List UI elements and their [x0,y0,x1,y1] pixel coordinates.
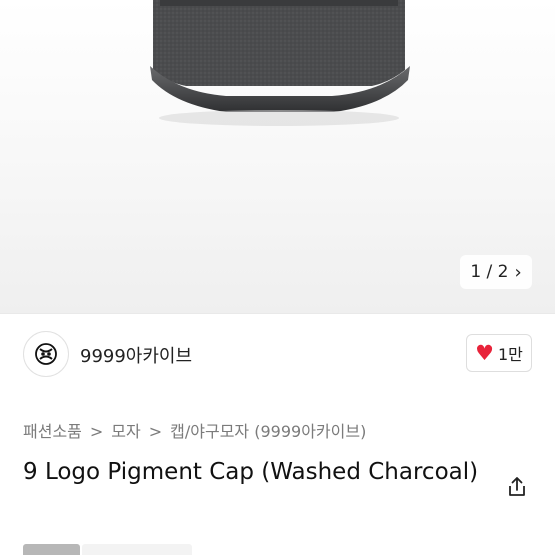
store-name[interactable]: 9999아카이브 [80,342,192,368]
chevron-right-icon[interactable]: › [514,262,521,283]
breadcrumb-separator: > [148,422,163,441]
image-pager[interactable]: 1 / 2 › [460,255,532,289]
store-avatar[interactable] [23,331,69,377]
brand-logo-icon [35,343,57,365]
section-divider [0,313,555,314]
heart-icon: ♥ [475,340,494,365]
like-count: 1만 [497,345,523,364]
product-image-gallery[interactable]: 1 / 2 › [0,0,555,313]
breadcrumb-separator: > [89,422,104,441]
option-tab[interactable] [82,544,192,555]
breadcrumb: 패션소품 > 모자 > 캡/야구모자 (9999아카이브) [23,418,366,442]
breadcrumb-item[interactable]: 캡/야구모자 (9999아카이브) [170,422,366,441]
share-button[interactable] [505,475,529,503]
like-button[interactable]: ♥ 1만 [466,334,532,372]
option-tab-active[interactable] [23,544,80,555]
product-title: 9 Logo Pigment Cap (Washed Charcoal) [23,459,479,485]
store-row[interactable]: 9999아카이브 ♥ 1만 [0,326,555,380]
breadcrumb-item[interactable]: 모자 [111,422,140,441]
pager-count: 1 / 2 [470,262,509,282]
share-icon [509,477,525,496]
breadcrumb-item[interactable]: 패션소품 [23,422,82,441]
